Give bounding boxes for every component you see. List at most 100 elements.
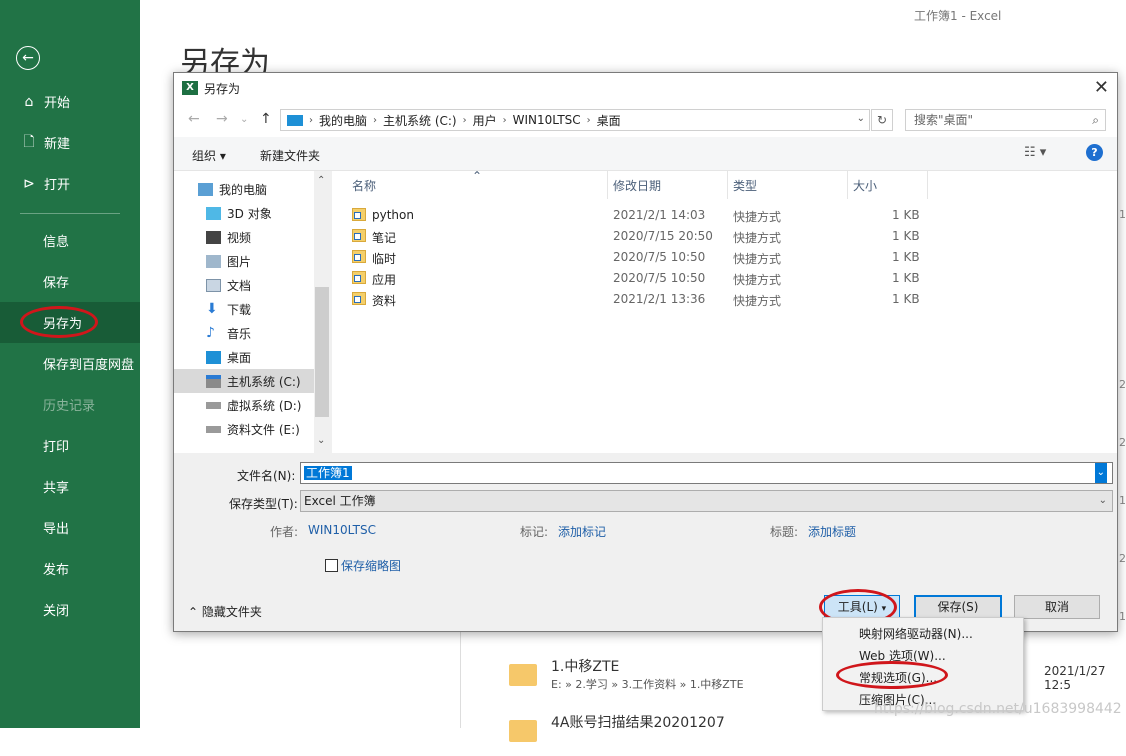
file-row[interactable]: 资料 2021/2/1 13:36 快捷方式 1 KB [352, 289, 1102, 310]
sidebar-item-save[interactable]: 保存 [0, 261, 140, 302]
address-bar[interactable]: › 我的电脑 › 主机系统 (C:) › 用户 › WIN10LTSC › 桌面… [280, 109, 870, 131]
back-icon[interactable]: ← [188, 111, 200, 127]
tree-item-documents[interactable]: 文档 [174, 273, 314, 297]
column-divider [727, 171, 728, 199]
back-arrow-icon[interactable]: ← [16, 46, 40, 70]
view-options-icon[interactable]: ☷ ▾ [1024, 145, 1046, 160]
recent-folder-row[interactable]: 4A账号扫描结果20201207 [501, 712, 1126, 756]
save-thumbnail-checkbox[interactable] [325, 559, 338, 572]
sidebar-item-info[interactable]: 信息 [0, 220, 140, 261]
scroll-thumb[interactable] [315, 287, 329, 417]
filetype-value: Excel 工作簿 [304, 494, 376, 508]
address-row: ← → ⌄ ↑ › 我的电脑 › 主机系统 (C:) › 用户 › WIN10L… [174, 103, 1117, 137]
document-icon [206, 278, 221, 292]
save-button[interactable]: 保存(S) [914, 595, 1002, 619]
help-icon[interactable]: ? [1086, 144, 1103, 161]
close-icon[interactable]: ✕ [1094, 77, 1109, 98]
search-input[interactable]: 搜索"桌面" ⌕ [905, 109, 1106, 131]
breadcrumb-item[interactable]: 桌面 [597, 112, 621, 129]
sidebar-item-save-to-baidu[interactable]: 保存到百度网盘 [0, 343, 140, 384]
picture-icon [206, 254, 221, 268]
add-tags-link[interactable]: 添加标记 [558, 523, 606, 540]
history-dropdown-icon[interactable]: ⌄ [240, 114, 248, 125]
breadcrumb-item[interactable]: 我的电脑 [319, 112, 367, 129]
cancel-button[interactable]: 取消 [1014, 595, 1100, 619]
breadcrumb-item[interactable]: 用户 [473, 112, 497, 129]
nav-scrollbar[interactable]: ⌃ ⌄ [314, 171, 330, 453]
organize-button[interactable]: 组织 ▾ [192, 147, 226, 164]
tree-item-drive-e[interactable]: 资料文件 (E:) [174, 417, 314, 441]
file-row[interactable]: 临时 2020/7/5 10:50 快捷方式 1 KB [352, 247, 1102, 268]
breadcrumb-item[interactable]: 主机系统 (C:) [383, 112, 457, 129]
scroll-up-icon[interactable]: ⌃ [317, 175, 325, 186]
tree-item-3d-objects[interactable]: 3D 对象 [174, 201, 314, 225]
hide-folders-toggle[interactable]: ⌃ 隐藏文件夹 [188, 603, 262, 620]
sidebar-item-export[interactable]: 导出 [0, 507, 140, 548]
file-row[interactable]: 应用 2020/7/5 10:50 快捷方式 1 KB [352, 268, 1102, 289]
tree-item-drive-d[interactable]: 虚拟系统 (D:) [174, 393, 314, 417]
scroll-down-icon[interactable]: ⌄ [317, 435, 325, 446]
sidebar-item-new[interactable]: 🗋 新建 [0, 122, 140, 163]
recent-folder-row[interactable]: 1.中移ZTE E: » 2.学习 » 3.工作资料 » 1.中移ZTE 202… [501, 656, 1126, 700]
save-thumbnail-label[interactable]: 保存缩略图 [341, 557, 401, 574]
chevron-down-icon[interactable]: ⌄ [1099, 491, 1107, 511]
crumb-separator: › [502, 114, 507, 126]
recent-folder-path: E: » 2.学习 » 3.工作资料 » 1.中移ZTE [551, 678, 744, 691]
column-header-name[interactable]: 名称 [352, 177, 376, 194]
folder-icon [509, 720, 537, 742]
edge-number: 1 [1119, 610, 1126, 623]
sidebar-item-save-as[interactable]: 另存为 [0, 302, 140, 343]
tree-item-drive-c[interactable]: 主机系统 (C:) [174, 369, 314, 393]
new-folder-button[interactable]: 新建文件夹 [260, 147, 320, 164]
add-title-link[interactable]: 添加标题 [808, 523, 856, 540]
column-divider [847, 171, 848, 199]
sidebar-item-print[interactable]: 打印 [0, 425, 140, 466]
breadcrumb-item[interactable]: WIN10LTSC [513, 113, 581, 127]
file-row[interactable]: 笔记 2020/7/15 20:50 快捷方式 1 KB [352, 226, 1102, 247]
file-type: 快捷方式 [733, 252, 782, 266]
sidebar-item-home[interactable]: ⌂ 开始 [0, 81, 140, 122]
refresh-icon[interactable]: ↻ [871, 109, 893, 131]
up-icon[interactable]: ↑ [260, 111, 272, 127]
tree-item-video[interactable]: 视频 [174, 225, 314, 249]
file-size: 1 KB [892, 271, 920, 285]
sidebar-item-open[interactable]: ⊳ 打开 [0, 163, 140, 204]
column-header-type[interactable]: 类型 [733, 177, 757, 194]
forward-icon[interactable]: → [216, 111, 228, 127]
sidebar-item-publish[interactable]: 发布 [0, 548, 140, 589]
download-icon: ⬇ [206, 300, 218, 317]
3d-objects-icon [206, 206, 221, 220]
tools-button[interactable]: 工具(L) ▾ [824, 595, 900, 619]
chevron-up-icon: ⌃ [188, 605, 199, 619]
author-value[interactable]: WIN10LTSC [308, 523, 376, 537]
sidebar-item-close[interactable]: 关闭 [0, 589, 140, 630]
menu-item-map-network-drive[interactable]: 映射网络驱动器(N)... [859, 625, 973, 642]
tree-label: 视频 [227, 230, 252, 245]
file-type: 快捷方式 [733, 231, 782, 245]
video-icon [206, 230, 221, 244]
tree-item-pictures[interactable]: 图片 [174, 249, 314, 273]
column-header-date[interactable]: 修改日期 [613, 177, 661, 194]
crumb-separator: › [462, 114, 467, 126]
chevron-down-icon[interactable]: ⌄ [1094, 463, 1107, 483]
folder-icon [509, 664, 537, 686]
tree-item-music[interactable]: ♪ 音乐 [174, 321, 314, 345]
window-caption: 工作簿1 - Excel [914, 9, 1002, 23]
tree-label: 我的电脑 [219, 182, 268, 197]
file-row[interactable]: python 2021/2/1 14:03 快捷方式 1 KB [352, 205, 1102, 226]
column-header-size[interactable]: 大小 [853, 177, 877, 194]
menu-item-web-options[interactable]: Web 选项(W)... [859, 647, 946, 664]
sidebar-item-share[interactable]: 共享 [0, 466, 140, 507]
tree-item-my-pc[interactable]: 我的电脑 [174, 177, 314, 201]
tree-item-desktop[interactable]: 桌面 [174, 345, 314, 369]
tree-label: 下载 [227, 302, 252, 317]
file-type: 快捷方式 [733, 273, 782, 287]
menu-item-general-options[interactable]: 常规选项(G)... [859, 669, 937, 686]
tree-item-downloads[interactable]: ⬇ 下载 [174, 297, 314, 321]
filetype-select[interactable]: Excel 工作簿 ⌄ [300, 490, 1113, 512]
filename-input[interactable]: 工作簿1 ⌄ [300, 462, 1113, 484]
save-as-dialog: X 另存为 ✕ ← → ⌄ ↑ › 我的电脑 › 主机系统 (C:) › 用户 … [173, 72, 1118, 632]
tree-label: 桌面 [227, 350, 252, 365]
chevron-down-icon[interactable]: ⌄ [857, 113, 865, 124]
music-icon: ♪ [206, 324, 215, 341]
